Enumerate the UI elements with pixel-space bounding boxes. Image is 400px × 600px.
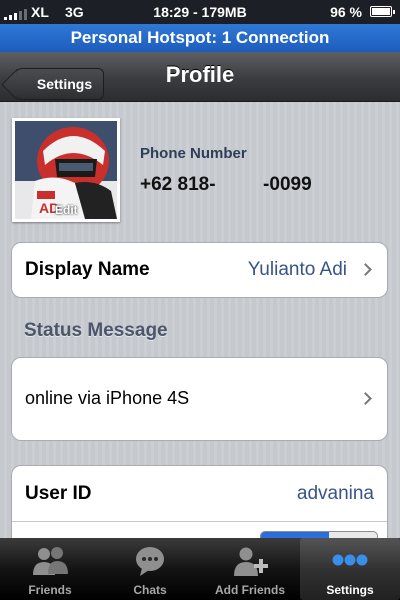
status-message-row[interactable]: online via iPhone 4S bbox=[11, 357, 388, 441]
tab-add-friends-label: Add Friends bbox=[214, 583, 285, 597]
status-bar: XL 3G 18:29 - 179MB 96 % bbox=[0, 0, 400, 24]
status-message-value: online via iPhone 4S bbox=[25, 388, 190, 408]
avatar-edit-label[interactable]: Edit bbox=[55, 203, 78, 217]
tab-settings-label: Settings bbox=[326, 583, 374, 597]
chats-icon bbox=[136, 547, 164, 576]
display-name-row[interactable]: Display Name Yulianto Adi bbox=[11, 242, 388, 298]
avatar[interactable]: AD Edit bbox=[12, 118, 120, 222]
tab-settings[interactable]: Settings bbox=[300, 538, 400, 600]
user-id-value: advanina bbox=[296, 483, 374, 504]
friends-icon bbox=[33, 547, 68, 575]
user-id-group: User ID advanina bbox=[11, 465, 388, 538]
user-id-label: User ID bbox=[25, 483, 92, 504]
phone-number-value: +62 818- -0099 bbox=[140, 174, 312, 195]
chevron-right-icon bbox=[359, 392, 372, 405]
tab-friends[interactable]: Friends bbox=[0, 538, 100, 600]
hotspot-banner[interactable]: Personal Hotspot: 1 Connection bbox=[0, 24, 400, 52]
add-friends-icon bbox=[234, 547, 268, 576]
tab-add-friends[interactable]: Add Friends bbox=[200, 538, 300, 600]
back-button[interactable]: Settings bbox=[16, 68, 104, 100]
profile-content[interactable]: AD Edit Phone Number +62 818- -0099 Disp… bbox=[0, 102, 400, 538]
battery-percent: 96 % bbox=[330, 4, 362, 20]
tab-friends-label: Friends bbox=[28, 583, 72, 597]
tab-bar: Friends Chats Add Friends Settings bbox=[0, 538, 400, 600]
display-name-label: Display Name bbox=[25, 259, 150, 280]
chevron-right-icon bbox=[359, 263, 372, 276]
status-message-header: Status Message bbox=[24, 320, 168, 341]
battery-icon bbox=[370, 6, 395, 17]
row-divider bbox=[12, 521, 387, 522]
phone-number-label: Phone Number bbox=[140, 145, 247, 162]
tab-chats[interactable]: Chats bbox=[100, 538, 200, 600]
toggle-switch[interactable] bbox=[260, 531, 378, 538]
navigation-bar: Settings Profile bbox=[0, 52, 400, 102]
tab-chats-label: Chats bbox=[133, 583, 167, 597]
display-name-value: Yulianto Adi bbox=[247, 259, 347, 280]
settings-icon bbox=[332, 554, 368, 566]
